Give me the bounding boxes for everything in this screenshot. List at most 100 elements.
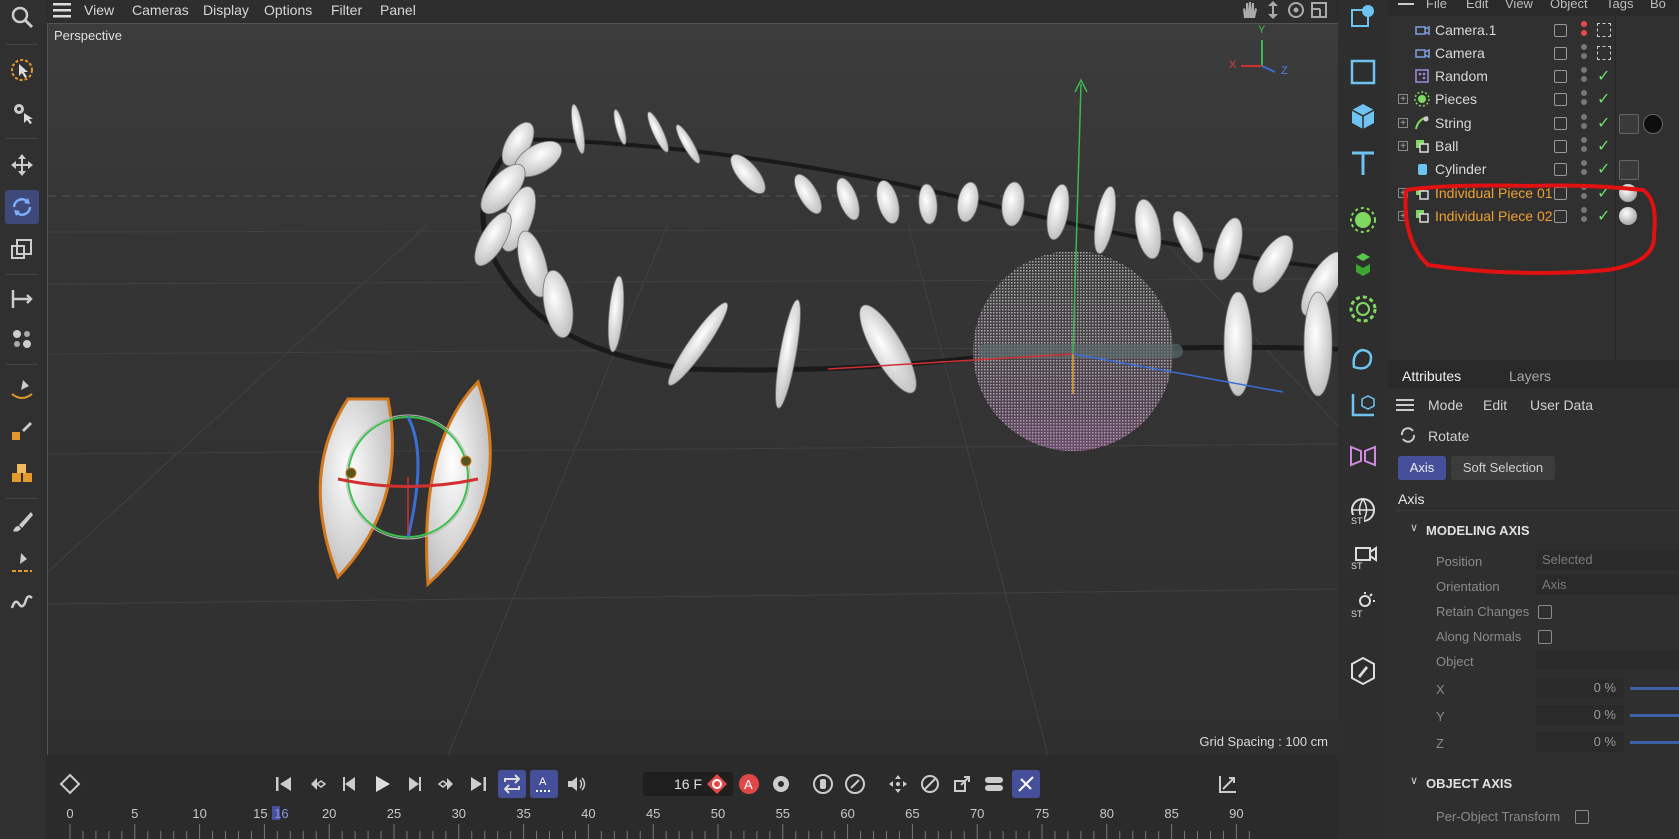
hamburger-menu-icon[interactable] — [1396, 398, 1414, 417]
parameter-key-icon[interactable] — [980, 770, 1008, 798]
x-value-field[interactable]: 0 % — [1536, 678, 1624, 698]
multi-transform-icon[interactable] — [5, 322, 39, 356]
knife-tool-icon[interactable] — [5, 545, 39, 579]
ruler-label: 30 — [451, 806, 467, 821]
generator-icon[interactable] — [5, 456, 39, 490]
search-icon[interactable] — [5, 0, 39, 34]
render-edit-icon[interactable] — [1346, 654, 1380, 688]
frame-ruler[interactable] — [46, 806, 1338, 839]
scale-key-icon[interactable] — [948, 770, 976, 798]
toolbar-divider — [6, 498, 38, 499]
timeline-graph-icon[interactable] — [1214, 770, 1242, 798]
go-to-start-icon[interactable] — [270, 770, 298, 798]
play-icon[interactable] — [368, 770, 396, 798]
object-link-field[interactable] — [1536, 650, 1679, 670]
go-to-end-icon[interactable] — [464, 770, 492, 798]
brush-icon[interactable] — [5, 505, 39, 539]
y-slider[interactable] — [1630, 714, 1679, 717]
z-value-field[interactable]: 0 % — [1536, 732, 1624, 752]
environment-globe-icon[interactable]: ST — [1346, 495, 1380, 529]
pen-tool-icon[interactable] — [5, 372, 39, 406]
animation-mode-icon[interactable]: A — [530, 770, 558, 798]
record-keys-icon[interactable] — [703, 770, 731, 798]
loop-icon[interactable] — [498, 770, 526, 798]
menu-mode[interactable]: Mode — [1428, 397, 1463, 413]
autokey-icon[interactable]: A — [735, 770, 763, 798]
point-level-icon[interactable] — [1012, 770, 1040, 798]
rotation-key-icon[interactable] — [916, 770, 944, 798]
position-label: Position — [1436, 554, 1483, 569]
menu-panel[interactable]: Panel — [380, 2, 416, 18]
cloner-icon[interactable] — [1346, 203, 1380, 237]
position-select[interactable]: Selected — [1536, 550, 1679, 570]
right-tool-strip: ST ST ST — [1338, 0, 1388, 839]
keyframe-diamond-icon[interactable] — [56, 770, 84, 798]
z-slider[interactable] — [1630, 741, 1679, 744]
menu-edit[interactable]: Edit — [1483, 397, 1507, 413]
subtab-axis[interactable]: Axis — [1398, 456, 1446, 480]
spline-brush-icon[interactable] — [5, 586, 39, 620]
key-filter-icon[interactable] — [841, 770, 869, 798]
viewport-menubar: View Cameras Display Options Filter Pane… — [46, 0, 1336, 22]
viewport-label: Perspective — [54, 28, 122, 43]
x-label: X — [1436, 682, 1445, 697]
scale-tool-icon[interactable] — [5, 232, 39, 266]
position-key-icon[interactable] — [884, 770, 912, 798]
menu-cameras[interactable]: Cameras — [132, 2, 189, 18]
ruler-label: 0 — [66, 806, 74, 821]
along-normals-checkbox[interactable] — [1538, 630, 1552, 644]
key-lock-icon[interactable] — [809, 770, 837, 798]
ruler-label: 16 — [274, 806, 289, 821]
grid-spacing-label: Grid Spacing : 100 cm — [1199, 734, 1328, 749]
next-frame-icon[interactable] — [400, 770, 428, 798]
chevron-down-icon[interactable]: ∨ — [1410, 521, 1418, 534]
perspective-viewport[interactable]: Perspective Y X Z Grid Spacing : 100 cm — [47, 23, 1339, 756]
move-tool-icon[interactable] — [5, 148, 39, 182]
spline-sketch-icon[interactable] — [5, 414, 39, 448]
menu-options[interactable]: Options — [264, 2, 312, 18]
left-toolbar — [0, 0, 46, 839]
text-object-icon[interactable] — [1346, 146, 1380, 180]
effector-icon[interactable] — [1346, 292, 1380, 326]
per-object-transform-checkbox[interactable] — [1575, 810, 1589, 824]
hamburger-menu-icon[interactable] — [53, 3, 71, 23]
dolly-arrows-icon[interactable] — [1264, 0, 1282, 25]
key-settings-icon[interactable] — [767, 770, 795, 798]
camera-tool-icon[interactable]: ST — [1346, 540, 1380, 574]
svg-text:A: A — [539, 776, 547, 788]
rotate-tool-icon[interactable] — [5, 190, 39, 224]
y-value-field[interactable]: 0 % — [1536, 705, 1624, 725]
menu-filter[interactable]: Filter — [331, 2, 362, 18]
subtab-soft-selection[interactable]: Soft Selection — [1451, 456, 1555, 480]
square-object-icon[interactable] — [1346, 55, 1380, 89]
orientation-select[interactable]: Axis — [1536, 575, 1679, 595]
menu-user-data[interactable]: User Data — [1530, 397, 1593, 413]
maximize-view-icon[interactable] — [1310, 1, 1328, 24]
settings-tool-icon[interactable] — [5, 95, 39, 129]
retain-changes-checkbox[interactable] — [1538, 605, 1552, 619]
coordinate-axis-icon[interactable] — [1346, 388, 1380, 422]
tab-layers[interactable]: Layers — [1509, 368, 1551, 384]
modeling-axis-title[interactable]: MODELING AXIS — [1426, 523, 1530, 538]
chevron-down-icon[interactable]: ∨ — [1410, 774, 1418, 787]
next-key-icon[interactable] — [432, 770, 460, 798]
previous-frame-icon[interactable] — [336, 770, 364, 798]
object-axis-title[interactable]: OBJECT AXIS — [1426, 776, 1512, 791]
deformer-icon[interactable] — [1346, 343, 1380, 377]
light-icon[interactable]: ST — [1346, 588, 1380, 622]
orbit-icon[interactable] — [1287, 1, 1305, 24]
x-slider[interactable] — [1630, 687, 1679, 690]
pan-hand-icon[interactable] — [1239, 0, 1259, 25]
sound-icon[interactable] — [562, 770, 590, 798]
live-selection-icon[interactable] — [5, 53, 39, 87]
fracture-icon[interactable] — [1346, 248, 1380, 282]
symmetry-icon[interactable] — [1346, 437, 1380, 471]
transform-tool-icon[interactable] — [5, 282, 39, 316]
cube-icon[interactable] — [1346, 99, 1380, 133]
tab-attributes[interactable]: Attributes — [1402, 368, 1461, 384]
cube-select-icon[interactable] — [1346, 0, 1380, 34]
menu-display[interactable]: Display — [203, 2, 249, 18]
menu-view[interactable]: View — [84, 2, 114, 18]
previous-key-icon[interactable] — [304, 770, 332, 798]
ruler-label: 55 — [775, 806, 791, 821]
